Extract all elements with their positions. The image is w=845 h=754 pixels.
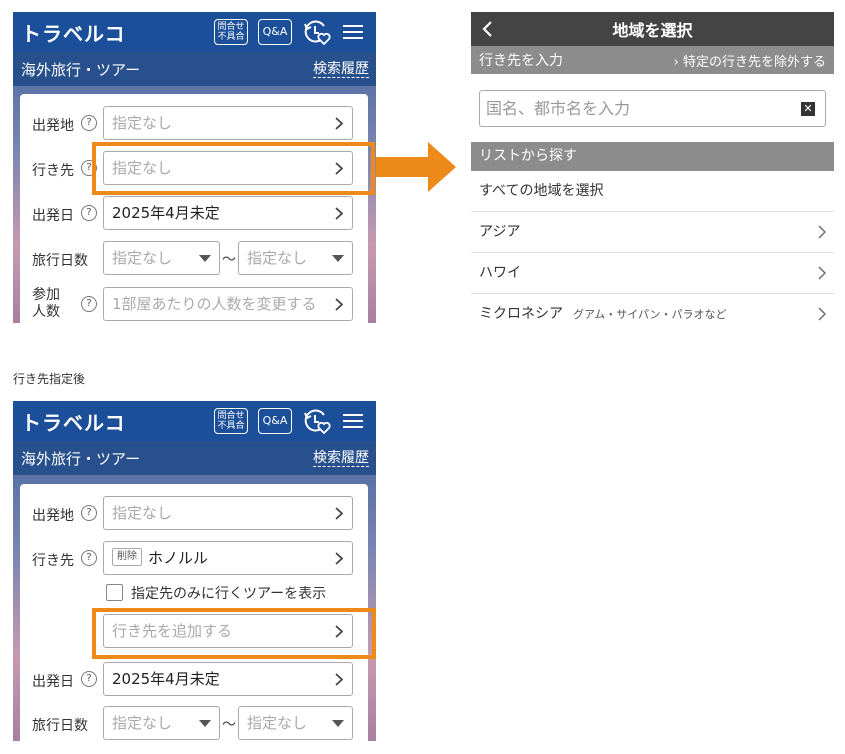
departure-label: 出発地 (32, 118, 74, 134)
destination-field[interactable]: 削除 ホノルル (103, 541, 353, 575)
days-separator: ～ (222, 717, 236, 733)
add-destination-highlight (92, 608, 376, 659)
chevron-right-icon (818, 225, 826, 239)
days-to-select[interactable]: 指定なし (238, 706, 353, 740)
category-bar: 海外旅行・ツアー 検索履歴 (13, 52, 376, 86)
category-title: 海外旅行・ツアー (21, 60, 141, 79)
chevron-right-icon (818, 307, 826, 321)
back-chevron-icon[interactable] (481, 20, 493, 38)
destination-value: ホノルル (148, 549, 209, 567)
help-icon[interactable]: ? (81, 505, 97, 521)
date-row: 出発日 ? 2025年4月未定 (20, 196, 368, 232)
input-header-label: 行き先を入力 (479, 53, 563, 69)
micronesia-note: グアム・サイパン・パラオなど (573, 308, 727, 321)
days-from-select[interactable]: 指定なし (103, 706, 220, 740)
chevron-right-icon (335, 552, 343, 565)
departure-row: 出発地 ? 指定なし (20, 496, 368, 532)
clear-icon[interactable]: ✕ (801, 102, 815, 116)
history-heart-icon[interactable] (302, 18, 332, 46)
chevron-right-icon (335, 117, 343, 130)
search-history-link[interactable]: 検索履歴 (313, 450, 369, 467)
search-history-link[interactable]: 検索履歴 (313, 61, 369, 78)
destination-row: 行き先 ? 削除 ホノルル (20, 541, 368, 577)
chevron-right-icon (335, 207, 343, 220)
help-icon[interactable]: ? (81, 205, 97, 221)
region-title: 地域を選択 (612, 21, 693, 40)
region-item-hawaii[interactable]: ハワイ (471, 253, 834, 294)
region-item-micronesia[interactable]: ミクロネシア グアム・サイパン・パラオなど (471, 294, 834, 323)
region-header: 地域を選択 (471, 12, 834, 46)
input-subheader: 行き先を入力 › 特定の行き先を除外する (471, 46, 834, 74)
help-icon[interactable]: ? (81, 671, 97, 687)
people-field[interactable]: 1部屋あたりの人数を変更する (103, 287, 353, 321)
inquiry-icon[interactable]: 問合せ 不具合 (214, 408, 248, 434)
days-label: 旅行日数 (32, 718, 88, 734)
date-label: 出発日 (32, 674, 74, 690)
people-row: 参加 人数 ? 1部屋あたりの人数を変更する (20, 287, 368, 323)
inquiry-icon[interactable]: 問合せ 不具合 (214, 19, 248, 45)
chevron-right-icon (335, 673, 343, 686)
departure-field[interactable]: 指定なし (103, 106, 353, 140)
travelko-logo[interactable]: トラベルコ (21, 407, 126, 436)
date-field[interactable]: 2025年4月未定 (103, 662, 353, 696)
date-label: 出発日 (32, 208, 74, 224)
departure-row: 出発地 ? 指定なし (20, 106, 368, 142)
dropdown-triangle-icon (199, 255, 211, 262)
help-icon[interactable]: ? (81, 115, 97, 131)
region-select-screen: 地域を選択 行き先を入力 › 特定の行き先を除外する 国名、都市名を入力 ✕ リ… (471, 12, 834, 323)
help-icon[interactable]: ? (81, 550, 97, 566)
search-form: 出発地 ? 指定なし 行き先 ? 指定なし 出発日 ? 2025年4月未定 旅行… (20, 94, 368, 323)
people-label: 参加 人数 (32, 287, 60, 320)
days-label: 旅行日数 (32, 253, 88, 269)
qa-icon[interactable]: Q&A (258, 408, 292, 434)
destination-label: 行き先 (32, 553, 74, 569)
days-from-select[interactable]: 指定なし (103, 241, 220, 275)
help-icon[interactable]: ? (81, 296, 97, 312)
region-item-all[interactable]: すべての地域を選択 (471, 171, 834, 212)
after-caption: 行き先指定後 (13, 372, 86, 386)
list-section-header: リストから探す (471, 142, 834, 171)
destination-highlight (92, 142, 375, 195)
category-bar: 海外旅行・ツアー 検索履歴 (13, 441, 376, 475)
hamburger-menu-icon[interactable] (342, 23, 364, 41)
qa-icon[interactable]: Q&A (258, 19, 292, 45)
departure-label: 出発地 (32, 508, 74, 524)
days-to-select[interactable]: 指定なし (238, 241, 353, 275)
only-destination-label: 指定先のみに行くツアーを表示 (131, 586, 327, 602)
days-row: 旅行日数 指定なし ～ 指定なし (20, 706, 368, 741)
only-destination-checkbox[interactable] (106, 583, 123, 601)
chevron-right-icon (335, 298, 343, 311)
departure-field[interactable]: 指定なし (103, 496, 353, 530)
days-row: 旅行日数 指定なし ～ 指定なし (20, 241, 368, 277)
only-destination-checkbox-row[interactable]: 指定先のみに行くツアーを表示 (106, 583, 326, 603)
days-separator: ～ (222, 252, 236, 268)
dropdown-triangle-icon (332, 720, 344, 727)
dropdown-triangle-icon (332, 255, 344, 262)
chevron-right-icon (335, 507, 343, 520)
travelko-logo[interactable]: トラベルコ (21, 18, 126, 47)
destination-label: 行き先 (32, 163, 74, 179)
date-row: 出発日 ? 2025年4月未定 (20, 662, 368, 698)
history-heart-icon[interactable] (302, 407, 332, 435)
right-arrow-icon (376, 142, 456, 192)
hamburger-menu-icon[interactable] (342, 412, 364, 430)
date-field[interactable]: 2025年4月未定 (103, 196, 353, 230)
destination-search-input[interactable]: 国名、都市名を入力 ✕ (479, 90, 826, 127)
region-item-asia[interactable]: アジア (471, 212, 834, 253)
app-header: トラベルコ 問合せ 不具合 Q&A (13, 401, 376, 441)
category-title: 海外旅行・ツアー (21, 449, 141, 468)
exclude-destination-link[interactable]: › 特定の行き先を除外する (674, 51, 826, 70)
dropdown-triangle-icon (199, 720, 211, 727)
search-form-after: トラベルコ 問合せ 不具合 Q&A 海外旅行・ツアー 検索履歴 出発地 ? 指定… (13, 401, 376, 741)
chevron-right-icon (818, 266, 826, 280)
delete-destination-button[interactable]: 削除 (112, 547, 142, 566)
app-header: トラベルコ 問合せ 不具合 Q&A (13, 12, 376, 52)
